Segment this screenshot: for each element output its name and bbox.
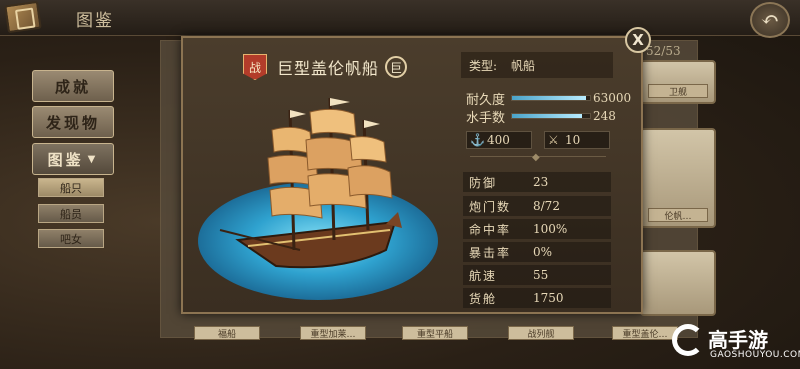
durability-row: 耐久度 63000 [466, 90, 632, 108]
sub-tab-ships[interactable]: 船只 [38, 178, 104, 197]
ship-card-label: 福船 [194, 326, 260, 340]
ship-card-label: 伦帆… [648, 208, 708, 222]
cargo-resource: ⚓ 400 [466, 131, 532, 149]
stat-name: 炮门数 [469, 199, 512, 214]
stat-value: 8/72 [533, 199, 560, 213]
sidebar-item-label: 图鉴 [47, 150, 84, 169]
stat-name: 货舱 [469, 291, 498, 306]
ship-card[interactable]: 伦帆… [640, 128, 716, 228]
sailors-bar [511, 113, 592, 119]
stat-value: 1750 [533, 291, 564, 305]
stat-value: 55 [533, 268, 549, 282]
ship-card[interactable] [640, 250, 716, 316]
close-icon: X [632, 31, 644, 49]
chevron-down-icon: ▼ [87, 153, 99, 165]
top-bar: 图鉴 [0, 0, 800, 36]
divider-ornament-icon: ◆ [532, 152, 540, 163]
ship-title-row: 战 巨型盖伦帆船 巨 [243, 52, 408, 82]
stat-row: 货舱 1750 [463, 288, 611, 308]
ship-card-label: 重型盖伦… [612, 326, 678, 340]
type-label: 类型: [469, 58, 498, 73]
watermark-logo: 高手游 GAOSHOUYOU.COM [672, 322, 800, 366]
sub-tab-crew[interactable]: 船员 [38, 204, 104, 223]
ship-type-row: 类型: 帆船 [461, 52, 613, 78]
back-button[interactable]: ↶ [750, 2, 790, 38]
sidebar-item-discoveries[interactable]: 发现物 [32, 106, 114, 138]
stat-row: 防御 23 [463, 172, 611, 192]
ship-card-label: 重型加莱… [300, 326, 366, 340]
ship-name: 巨型盖伦帆船 [277, 59, 380, 78]
page-title: 图鉴 [76, 11, 114, 31]
logo-mark-icon [672, 324, 704, 356]
crossed-swords-icon: ⚔ [548, 133, 559, 147]
stat-name: 暴击率 [469, 245, 512, 260]
sailors-bar-fill [512, 114, 583, 118]
sailors-row: 水手数 248 [466, 108, 616, 126]
stat-row: 命中率 100% [463, 219, 611, 239]
stat-row: 暴击率 0% [463, 242, 611, 262]
stat-value: 23 [533, 175, 549, 189]
book-icon[interactable] [4, 0, 42, 34]
sidebar-item-codex[interactable]: 图鉴 ▼ [32, 143, 114, 175]
ship-card-label: 重型平船 [402, 326, 468, 340]
watermark-name: 高手游 [708, 328, 768, 352]
durability-bar [511, 95, 592, 101]
stat-row: 航速 55 [463, 265, 611, 285]
sailors-label: 水手数 [466, 110, 506, 126]
battle-badge: 战 [243, 54, 267, 80]
size-badge: 巨 [385, 56, 408, 78]
cargo-value: 400 [487, 133, 510, 147]
galleon-icon [219, 97, 402, 269]
back-arrow-icon: ↶ [760, 7, 780, 33]
sidebar-item-achievements[interactable]: 成就 [32, 70, 114, 102]
durability-bar-fill [512, 96, 587, 100]
sailors-value: 248 [593, 109, 616, 123]
cannon-value: 10 [565, 133, 581, 147]
ship-card-label: 战列舰 [508, 326, 574, 340]
ship-card-label: 卫舰 [648, 84, 708, 98]
stat-name: 防御 [469, 175, 498, 190]
stat-name: 命中率 [469, 222, 512, 237]
sub-tab-barmaids[interactable]: 吧女 [38, 229, 104, 248]
stat-row: 炮门数 8/72 [463, 196, 611, 216]
durability-label: 耐久度 [466, 92, 506, 108]
close-button[interactable]: X [625, 27, 651, 53]
type-value: 帆船 [511, 58, 536, 73]
ship-card[interactable]: 卫舰 [640, 60, 716, 104]
durability-value: 63000 [593, 91, 632, 105]
stat-name: 航速 [469, 268, 498, 283]
watermark-url: GAOSHOUYOU.COM [710, 350, 800, 360]
cannon-resource: ⚔ 10 [544, 131, 610, 149]
collection-count: 52/53 [646, 44, 681, 58]
stat-value: 100% [533, 222, 568, 236]
cargo-icon: ⚓ [470, 133, 485, 147]
stat-value: 0% [533, 245, 553, 259]
ship-illustration [190, 90, 452, 312]
